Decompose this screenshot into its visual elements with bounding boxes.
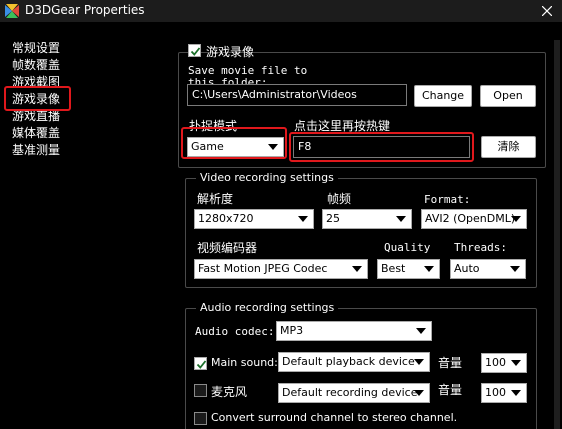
nav-item-recording[interactable]: 游戏录像 <box>12 90 60 107</box>
main-volume-label: 音量 <box>438 356 463 370</box>
audio-settings-legend: Audio recording settings <box>196 301 339 314</box>
quality-dropdown[interactable]: Best <box>377 259 440 279</box>
main-sound-device-dropdown[interactable]: Default playback device <box>278 352 430 372</box>
chevron-down-icon <box>511 390 521 396</box>
chevron-down-icon <box>396 216 406 222</box>
main-sound-label: Main sound: <box>211 356 278 369</box>
hotkey-label: 点击这里再按热键 <box>294 119 391 133</box>
microphone-device-dropdown[interactable]: Default recording device <box>278 383 430 403</box>
video-settings-legend: Video recording settings <box>196 171 338 184</box>
capture-mode-dropdown[interactable]: Game <box>187 137 284 157</box>
threads-dropdown[interactable]: Auto <box>450 259 526 279</box>
clear-hotkey-button[interactable]: 清除 <box>481 136 536 158</box>
nav-item-benchmark[interactable]: 基准测量 <box>12 141 60 158</box>
video-codec-label: 视频编码器 <box>197 241 258 255</box>
format-label: Format: <box>424 193 471 206</box>
microphone-label: 麦克风 <box>211 385 248 399</box>
video-codec-value: Fast Motion JPEG Codec <box>198 262 328 275</box>
mic-volume-dropdown[interactable]: 100 <box>481 383 527 403</box>
format-value: AVI2 (OpenDML) <box>425 212 516 225</box>
chevron-down-icon <box>511 360 521 366</box>
nav-item-live-stream[interactable]: 游戏直播 <box>12 107 60 124</box>
format-dropdown[interactable]: AVI2 (OpenDML) <box>421 209 527 229</box>
close-icon[interactable] <box>537 2 557 20</box>
nav-item-media-overlay[interactable]: 媒体覆盖 <box>12 124 60 141</box>
window-title: D3DGear Properties <box>25 3 145 17</box>
enable-recording-checkbox[interactable] <box>188 44 201 57</box>
chevron-down-icon <box>511 216 521 222</box>
audio-codec-dropdown[interactable]: MP3 <box>276 321 432 341</box>
hotkey-field[interactable]: F8 <box>293 136 470 158</box>
fps-label: 帧频 <box>327 192 352 206</box>
fps-value: 25 <box>326 212 340 225</box>
chevron-down-icon <box>298 216 308 222</box>
chevron-down-icon <box>424 266 434 272</box>
microphone-device-value: Default recording device <box>282 386 418 399</box>
capture-mode-label: 扑捉模式 <box>189 119 238 133</box>
chevron-down-icon <box>414 390 424 396</box>
convert-surround-checkbox[interactable] <box>194 412 207 425</box>
main-sound-device-value: Default playback device <box>282 355 415 368</box>
resolution-dropdown[interactable]: 1280x720 <box>194 209 314 229</box>
audio-codec-label: Audio codec: <box>195 325 275 338</box>
audio-codec-value: MP3 <box>280 324 304 337</box>
quality-label: Quality <box>384 241 431 254</box>
threads-value: Auto <box>454 262 480 275</box>
video-codec-dropdown[interactable]: Fast Motion JPEG Codec <box>194 259 368 279</box>
resolution-value: 1280x720 <box>198 212 254 225</box>
folder-path-field[interactable]: C:\Users\Administrator\Videos <box>187 84 407 106</box>
main-volume-value: 100 <box>485 356 506 369</box>
convert-surround-label: Convert surround channel to stereo chann… <box>211 411 458 424</box>
fps-dropdown[interactable]: 25 <box>322 209 412 229</box>
app-logo-icon <box>4 3 20 19</box>
main-sound-checkbox[interactable] <box>194 357 207 370</box>
change-button[interactable]: Change <box>414 85 472 107</box>
chevron-down-icon <box>416 328 426 334</box>
scrollbar[interactable] <box>554 40 560 429</box>
chevron-down-icon <box>268 144 278 150</box>
capture-mode-value: Game <box>191 140 224 153</box>
enable-recording-label: 游戏录像 <box>206 45 255 59</box>
quality-value: Best <box>381 262 406 275</box>
chevron-down-icon <box>352 266 362 272</box>
nav-item-general[interactable]: 常规设置 <box>12 39 60 56</box>
nav-item-fps-overlay[interactable]: 帧数覆盖 <box>12 56 60 73</box>
chevron-down-icon <box>414 359 424 365</box>
open-button[interactable]: Open <box>480 85 536 107</box>
main-volume-dropdown[interactable]: 100 <box>481 353 527 373</box>
mic-volume-value: 100 <box>485 386 506 399</box>
nav-item-screenshot[interactable]: 游戏截图 <box>12 73 60 90</box>
microphone-checkbox[interactable] <box>194 384 207 397</box>
threads-label: Threads: <box>454 241 507 254</box>
mic-volume-label: 音量 <box>438 383 463 397</box>
resolution-label: 解析度 <box>197 192 234 206</box>
chevron-down-icon <box>510 266 520 272</box>
